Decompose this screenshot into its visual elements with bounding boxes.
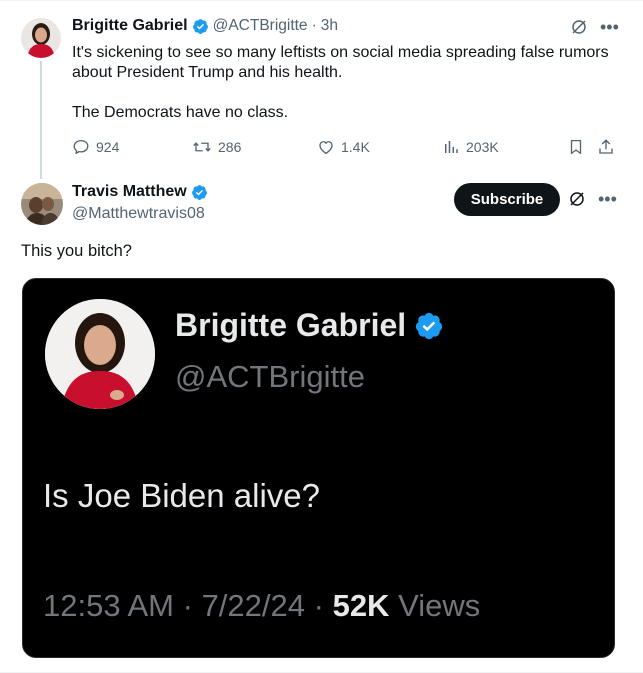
tweet-text: The Democrats have no class.	[72, 104, 289, 121]
avatar[interactable]	[21, 18, 61, 58]
embedded-views-count: 52K	[332, 588, 390, 623]
separator: ·	[182, 588, 193, 623]
author-handle[interactable]: @ACTBrigitte	[213, 17, 308, 35]
embedded-tweet-meta: 12:53 AM · 7/22/24 · 52K Views	[43, 588, 480, 624]
bookmark-icon	[570, 139, 582, 155]
reply-count: 924	[96, 139, 120, 155]
heart-icon	[319, 141, 333, 155]
author-name[interactable]: Travis Matthew	[72, 183, 187, 201]
verified-badge-icon	[416, 312, 443, 339]
retweet-icon	[193, 142, 211, 152]
share-icon	[599, 139, 613, 154]
verified-badge-icon	[191, 184, 207, 200]
tweet-thread: Brigitte Gabriel @ACTBrigitte · 3h ••• I…	[0, 0, 643, 673]
author-name[interactable]: Brigitte Gabriel	[72, 17, 188, 35]
author-handle[interactable]: @Matthewtravis08	[72, 205, 205, 223]
grok-icon[interactable]	[570, 18, 588, 36]
embedded-author-handle: @ACTBrigitte	[175, 359, 365, 394]
attached-image[interactable]: Brigitte Gabriel @ACTBrigitte Is Joe Bid…	[22, 278, 615, 658]
views-button[interactable]: 203K	[442, 138, 499, 156]
more-icon[interactable]: •••	[600, 18, 619, 36]
embedded-date: 7/22/24	[201, 588, 305, 623]
verified-badge-icon	[192, 18, 208, 34]
avatar	[45, 299, 155, 409]
bookmark-button[interactable]	[567, 138, 585, 156]
views-icon	[445, 141, 458, 153]
subscribe-button[interactable]: Subscribe	[454, 183, 560, 216]
more-icon[interactable]: •••	[598, 190, 617, 208]
like-button[interactable]: 1.4K	[317, 138, 370, 156]
tweet-text: This you bitch?	[21, 242, 132, 260]
retweet-button[interactable]: 286	[192, 138, 241, 156]
embedded-tweet-text: Is Joe Biden alive?	[43, 477, 321, 514]
embedded-views-label: Views	[398, 588, 481, 623]
embedded-time: 12:53 AM	[43, 588, 174, 623]
share-button[interactable]	[597, 138, 615, 156]
tweet-text: It's sickening to see so many leftists o…	[72, 44, 609, 81]
retweet-count: 286	[218, 139, 242, 155]
reply-icon	[73, 139, 89, 155]
action-bar: 924 286 1.4K 203K	[72, 138, 617, 158]
separator: ·	[311, 17, 317, 34]
like-count: 1.4K	[341, 139, 370, 155]
views-count: 203K	[466, 139, 499, 155]
grok-icon[interactable]	[568, 190, 586, 208]
avatar[interactable]	[21, 183, 63, 225]
embedded-author-name: Brigitte Gabriel	[175, 307, 407, 343]
reply-button[interactable]: 924	[72, 138, 119, 156]
tweet-time[interactable]: 3h	[321, 17, 338, 35]
separator: ·	[313, 588, 324, 623]
thread-connector-line	[40, 61, 42, 179]
